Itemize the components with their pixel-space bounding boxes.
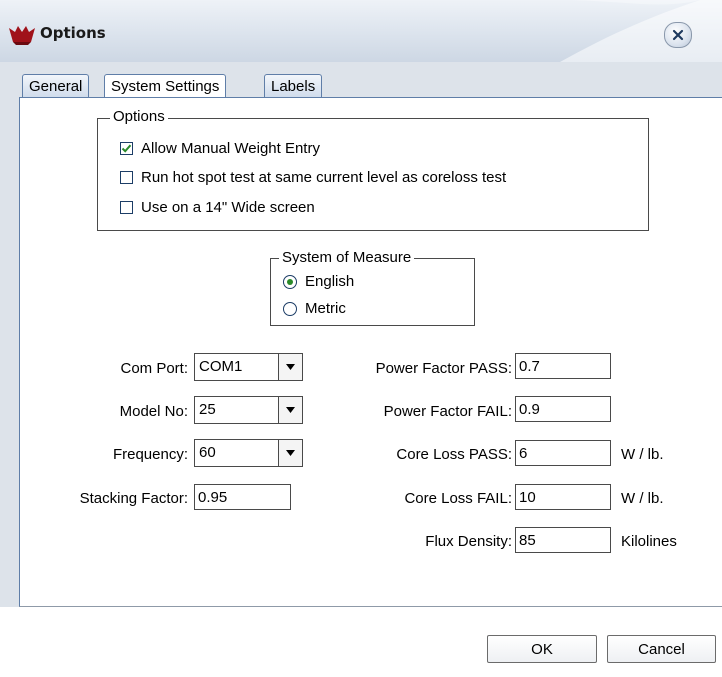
frequency-label: Frequency: <box>112 446 188 463</box>
system-of-measure-legend: System of Measure <box>279 249 415 266</box>
allow-manual-weight-entry-label: Allow Manual Weight Entry <box>141 140 320 157</box>
com-port-select[interactable]: COM1 <box>194 353 303 381</box>
chevron-down-icon <box>286 450 295 456</box>
core-loss-fail-label: Core Loss FAIL: <box>404 490 512 507</box>
tab-system-settings-label: System Settings <box>111 78 220 95</box>
chevron-down-icon <box>286 364 295 370</box>
core-loss-pass-label: Core Loss PASS: <box>396 446 512 463</box>
ok-button[interactable]: OK <box>487 635 597 663</box>
english-label: English <box>305 273 355 290</box>
window-title: Options <box>40 24 106 42</box>
power-factor-fail-input[interactable] <box>515 396 611 422</box>
measure-metric-option[interactable]: Metric <box>283 300 346 317</box>
com-port-dropdown-button[interactable] <box>278 354 302 380</box>
core-loss-pass-unit: W / lb. <box>621 446 664 463</box>
power-factor-pass-input[interactable] <box>515 353 611 379</box>
tab-general-label: General <box>29 78 83 95</box>
chevron-down-icon <box>286 407 295 413</box>
stacking-factor-label: Stacking Factor: <box>79 490 188 507</box>
tab-system-settings[interactable]: System Settings <box>104 74 227 99</box>
com-port-label: Com Port: <box>120 360 188 377</box>
wide-screen-label: Use on a 14" Wide screen <box>141 199 315 216</box>
flux-density-unit: Kilolines <box>621 533 677 550</box>
wide-screen-option[interactable]: Use on a 14" Wide screen <box>120 199 315 216</box>
metric-radio[interactable] <box>283 301 297 316</box>
core-loss-fail-unit: W / lb. <box>621 490 664 507</box>
core-loss-pass-input[interactable] <box>515 440 611 466</box>
options-dialog: Options General System Settings Labels O… <box>0 0 722 677</box>
close-button[interactable] <box>664 22 692 48</box>
dialog-left-edge <box>0 97 19 607</box>
metric-label: Metric <box>305 300 346 317</box>
tab-general[interactable]: General <box>22 74 90 98</box>
measure-english-option[interactable]: English <box>283 273 354 290</box>
allow-manual-weight-entry-checkbox[interactable] <box>120 142 133 155</box>
english-radio[interactable] <box>283 274 297 289</box>
hot-spot-test-label: Run hot spot test at same current level … <box>141 169 507 186</box>
tab-labels[interactable]: Labels <box>264 74 323 98</box>
frequency-dropdown-button[interactable] <box>278 440 302 466</box>
title-bar-swoosh <box>0 0 722 62</box>
close-icon <box>672 29 684 41</box>
model-no-value: 25 <box>199 401 216 418</box>
frequency-value: 60 <box>199 444 216 461</box>
core-loss-fail-input[interactable] <box>515 484 611 510</box>
com-port-value: COM1 <box>199 358 243 375</box>
model-no-label: Model No: <box>119 403 188 420</box>
wide-screen-checkbox[interactable] <box>120 201 133 214</box>
cancel-button[interactable]: Cancel <box>607 635 716 663</box>
app-logo-icon <box>9 26 35 45</box>
hot-spot-test-checkbox[interactable] <box>120 171 133 184</box>
stacking-factor-input[interactable] <box>194 484 291 510</box>
power-factor-fail-label: Power Factor FAIL: <box>383 403 512 420</box>
model-no-dropdown-button[interactable] <box>278 397 302 423</box>
allow-manual-weight-entry-option[interactable]: Allow Manual Weight Entry <box>120 140 320 157</box>
tab-labels-label: Labels <box>271 78 316 95</box>
flux-density-label: Flux Density: <box>425 533 512 550</box>
frequency-select[interactable]: 60 <box>194 439 303 467</box>
power-factor-pass-label: Power Factor PASS: <box>375 360 512 377</box>
hot-spot-test-option[interactable]: Run hot spot test at same current level … <box>120 169 506 186</box>
flux-density-input[interactable] <box>515 527 611 553</box>
title-bar[interactable]: Options <box>0 0 722 63</box>
model-no-select[interactable]: 25 <box>194 396 303 424</box>
options-group-legend: Options <box>110 108 168 125</box>
check-mark-icon <box>121 144 132 153</box>
